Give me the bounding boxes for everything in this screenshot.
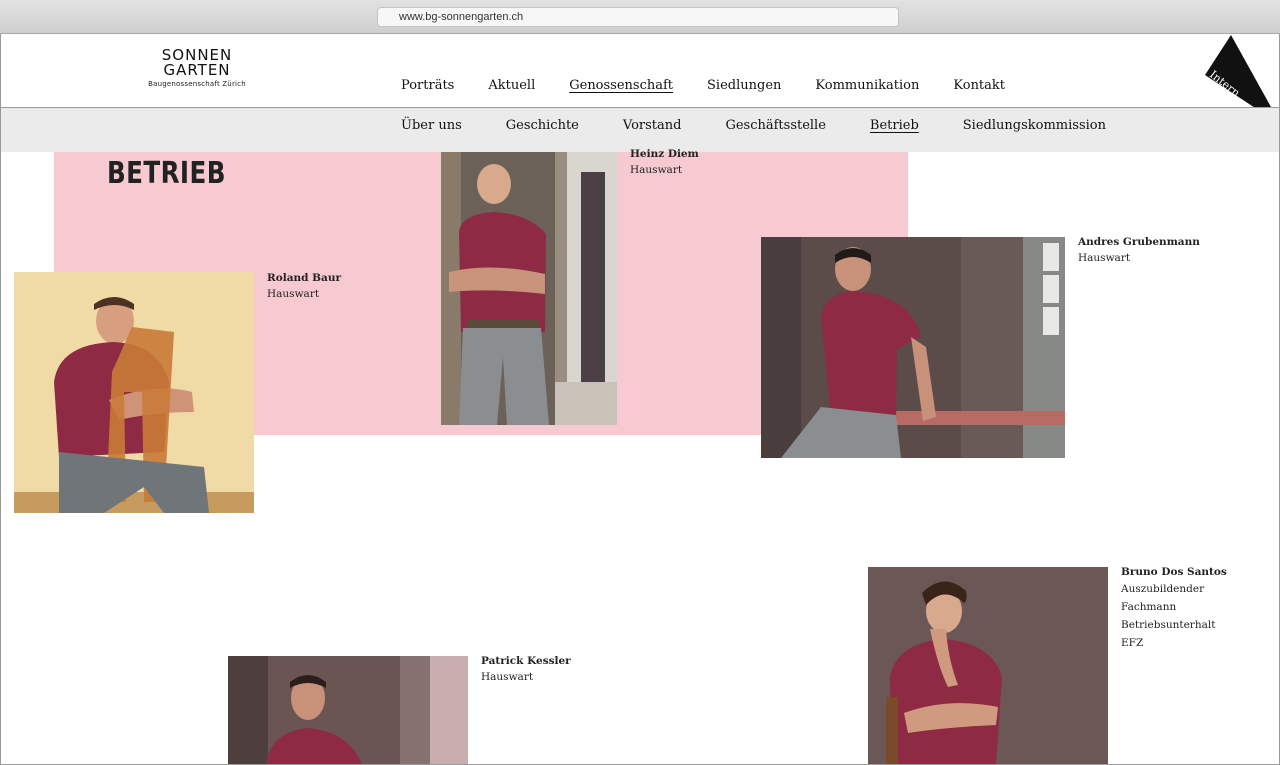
person-name: Andres Grubenmann [1078, 236, 1200, 248]
caption-patrick-kessler: Patrick Kessler Hauswart [481, 653, 571, 685]
main-navigation: Porträts Aktuell Genossenschaft Siedlung… [401, 78, 1039, 93]
photo-heinz-diem [441, 152, 617, 425]
logo-line2: GARTEN [163, 61, 231, 79]
person-role-line: EFZ [1121, 637, 1144, 649]
person-role: Hauswart [630, 164, 683, 176]
person-name: Roland Baur [267, 272, 341, 284]
subnav-geschaeftsstelle[interactable]: Geschäftsstelle [725, 118, 825, 133]
nav-kommunikation[interactable]: Kommunikation [815, 78, 919, 93]
subnav-geschichte[interactable]: Geschichte [506, 118, 579, 133]
address-bar[interactable]: www.bg-sonnengarten.ch [377, 7, 899, 27]
photo-bruno-dos-santos [868, 567, 1108, 764]
site-logo[interactable]: SONNEN GARTEN Baugenossenschaft Zürich [147, 48, 247, 89]
person-role: Hauswart [267, 288, 320, 300]
person-role-line: Auszubildender [1121, 583, 1205, 595]
subnav-vorstand[interactable]: Vorstand [623, 118, 682, 133]
logo-subtitle: Baugenossenschaft Zürich [148, 80, 246, 88]
nav-genossenschaft[interactable]: Genossenschaft [569, 78, 673, 93]
nav-portraets[interactable]: Porträts [401, 78, 454, 93]
person-role-line: Fachmann [1121, 601, 1177, 613]
caption-heinz-diem: Heinz Diem Hauswart [630, 146, 699, 178]
nav-kontakt[interactable]: Kontakt [953, 78, 1005, 93]
person-name: Patrick Kessler [481, 655, 571, 667]
caption-andres-grubenmann: Andres Grubenmann Hauswart [1078, 234, 1200, 266]
photo-roland-baur [14, 272, 254, 513]
subnav-ueber-uns[interactable]: Über uns [401, 118, 462, 133]
web-page: SONNEN GARTEN Baugenossenschaft Zürich P… [0, 34, 1280, 765]
caption-bruno-dos-santos: Bruno Dos Santos Auszubildender Fachmann… [1121, 564, 1227, 652]
page-title: BETRIEB [107, 156, 226, 191]
photo-patrick-kessler [228, 656, 468, 764]
subnav-betrieb[interactable]: Betrieb [870, 118, 919, 133]
person-name: Bruno Dos Santos [1121, 566, 1227, 578]
sub-navigation: Über uns Geschichte Vorstand Geschäftsst… [401, 118, 1150, 133]
person-role: Hauswart [481, 671, 534, 683]
person-role-line: Betriebsunterhalt [1121, 619, 1216, 631]
caption-roland-baur: Roland Baur Hauswart [267, 270, 341, 302]
nav-siedlungen[interactable]: Siedlungen [707, 78, 781, 93]
subnav-siedlungskommission[interactable]: Siedlungskommission [963, 118, 1106, 133]
person-name: Heinz Diem [630, 148, 699, 160]
nav-aktuell[interactable]: Aktuell [488, 78, 535, 93]
photo-andres-grubenmann [761, 237, 1065, 458]
browser-toolbar: www.bg-sonnengarten.ch [0, 0, 1280, 34]
person-role: Hauswart [1078, 252, 1131, 264]
